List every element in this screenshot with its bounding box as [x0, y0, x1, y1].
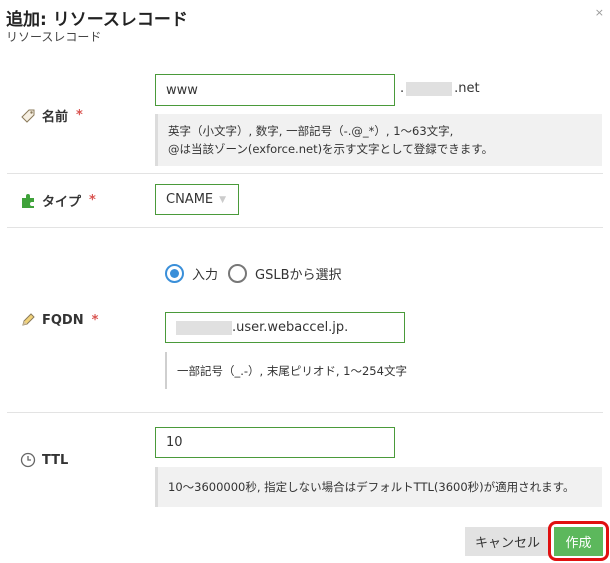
redacted-host [176, 320, 232, 335]
pencil-icon [20, 312, 36, 328]
fqdn-input[interactable]: .user.webaccel.jp. [165, 312, 405, 343]
zone-domain-suffix: .net [454, 81, 480, 96]
chevron-down-icon: ▼ [219, 194, 227, 205]
fqdn-input-value: .user.webaccel.jp. [232, 320, 349, 335]
name-help-line1: 英字（小文字）, 数字, 一部記号（-.@_*）, 1〜63文字, [168, 124, 454, 138]
divider [7, 173, 603, 174]
create-button[interactable]: 作成 [554, 527, 603, 556]
puzzle-icon [20, 193, 36, 209]
name-help: 英字（小文字）, 数字, 一部記号（-.@_*）, 1〜63文字, @は当該ゾー… [155, 114, 602, 166]
radio-gslb-option[interactable]: GSLBから選択 [228, 264, 342, 283]
radio-input-label: 入力 [192, 268, 219, 283]
name-input[interactable]: www [155, 74, 395, 106]
ttl-help: 10〜3600000秒, 指定しない場合はデフォルトTTL(3600秒)が適用さ… [155, 467, 602, 507]
fqdn-label: FQDN * [20, 312, 98, 328]
zone-domain-prefix: . [400, 81, 405, 96]
divider [7, 412, 603, 413]
type-label: タイプ * [20, 191, 96, 210]
cancel-button[interactable]: キャンセル [465, 527, 550, 556]
dialog-subtitle: リソースレコード [6, 30, 102, 44]
close-icon[interactable]: × [595, 6, 604, 19]
required-mark: * [91, 312, 99, 328]
divider [7, 227, 603, 228]
fqdn-help-text: 一部記号（_.-）, 末尾ピリオド, 1〜254文字 [177, 363, 407, 378]
zone-domain: . .net [400, 81, 480, 96]
redacted-zone [406, 81, 453, 96]
name-label-text: 名前 [42, 110, 69, 125]
name-help-line2: @は当該ゾーン(exforce.net)を示す文字として登録できます。 [168, 142, 494, 156]
clock-icon [20, 452, 36, 468]
radio-gslb-label: GSLBから選択 [255, 268, 342, 283]
dialog-title: 追加: リソースレコード [6, 10, 188, 30]
ttl-label-text: TTL [42, 452, 69, 468]
radio-input-option[interactable]: 入力 [165, 264, 218, 283]
radio-gslb[interactable] [228, 264, 247, 283]
radio-input[interactable] [165, 264, 184, 283]
ttl-help-text: 10〜3600000秒, 指定しない場合はデフォルトTTL(3600秒)が適用さ… [168, 480, 575, 494]
required-mark: * [89, 193, 96, 208]
type-select[interactable]: CNAME ▼ [155, 184, 239, 215]
fqdn-help: 一部記号（_.-）, 末尾ピリオド, 1〜254文字 [165, 352, 465, 389]
tag-icon [20, 108, 36, 124]
ttl-label: TTL [20, 452, 68, 468]
type-label-text: タイプ [42, 195, 82, 210]
fqdn-label-text: FQDN [42, 312, 84, 328]
type-select-value: CNAME [166, 192, 214, 207]
required-mark: * [76, 108, 83, 123]
name-label: 名前 * [20, 106, 83, 125]
ttl-input[interactable]: 10 [155, 427, 395, 458]
